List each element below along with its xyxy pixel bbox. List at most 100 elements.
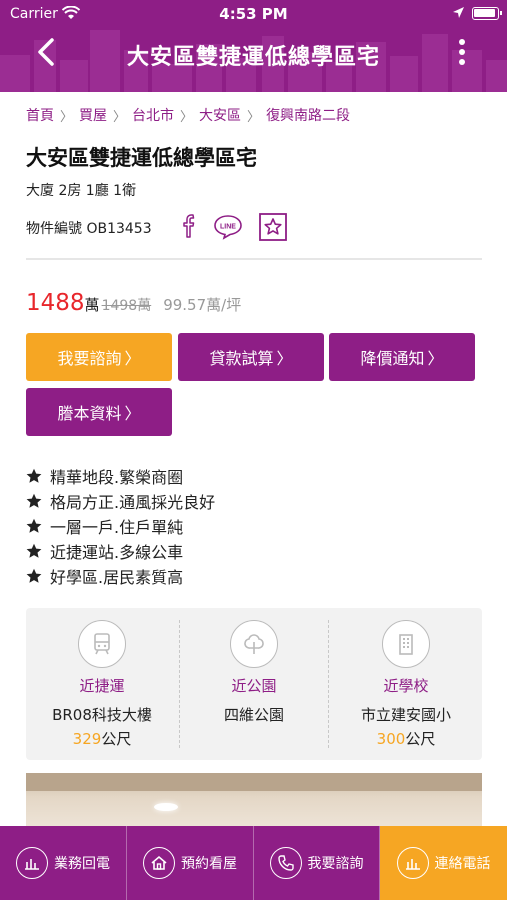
price-original: 1498萬 [101, 298, 152, 314]
school-icon [399, 634, 413, 655]
breadcrumb-item-buy[interactable]: 買屋 [79, 105, 107, 125]
star-icon [26, 568, 42, 583]
nearby-distance: 300公尺 [330, 728, 482, 749]
price-unit: 萬 [84, 296, 100, 314]
house-icon [143, 847, 175, 879]
inquire-bottom-button[interactable]: 我要諮詢 [254, 826, 380, 900]
list-item: 近捷運站.多線公車 [26, 538, 215, 563]
price-alert-button-label: 降價通知 [360, 349, 425, 368]
nearby-name: 四維公園 [223, 706, 284, 724]
photo-light [154, 803, 178, 811]
feature-list: 精華地段.繁榮商圈 格局方正.通風採光良好 一層一戶.住戶單純 近捷運站.多線公… [26, 463, 215, 588]
call-button[interactable]: 連絡電話 [380, 826, 507, 900]
feature-text: 一層一戶.住戶單純 [50, 517, 184, 537]
call-label: 連絡電話 [434, 856, 491, 872]
star-favorite-icon[interactable] [259, 213, 287, 241]
inquire-button-label: 我要諮詢 [57, 349, 122, 368]
listing-id-label: 物件編號 [26, 221, 82, 237]
breadcrumb: 首頁 〉 買屋 〉 台北市 〉 大安區 〉 復興南路二段 [26, 105, 350, 125]
chevron-right-icon: 〉 [124, 349, 141, 368]
price-current: 1488 [26, 290, 85, 316]
callback-label: 業務回電 [54, 856, 110, 872]
book-viewing-label: 預約看屋 [181, 856, 237, 872]
transcript-button-label: 謄本資料 [57, 404, 122, 423]
loan-calculator-button[interactable]: 貸款試算〉 [178, 333, 324, 381]
distance-value: 329 [72, 730, 102, 748]
chevron-right-icon: 〉 [60, 109, 74, 125]
feature-text: 精華地段.繁榮商圈 [50, 467, 184, 487]
phone-icon [269, 847, 302, 879]
status-time: 4:53 PM [219, 5, 288, 23]
feature-text: 好學區.居民素質高 [50, 567, 184, 587]
nearby-mrt: 近捷運 BR08科技大樓 329公尺 [26, 608, 178, 760]
breadcrumb-item-district[interactable]: 大安區 [199, 105, 241, 125]
callback-icon [16, 847, 48, 879]
chevron-right-icon: 〉 [180, 109, 194, 125]
more-vertical-icon[interactable] [452, 36, 472, 70]
price-per-ping: 99.57萬/坪 [163, 296, 242, 314]
breadcrumb-item-home[interactable]: 首頁 [26, 105, 54, 125]
svg-text:LINE: LINE [220, 224, 236, 231]
transcript-button[interactable]: 謄本資料〉 [26, 388, 172, 436]
bottom-action-bar: 業務回電 預約看屋 我要諮詢 連絡電話 [0, 826, 507, 900]
photo-ceiling [26, 773, 482, 791]
nav-bar: 大安區雙捷運低總學區宅 [0, 28, 507, 80]
location-arrow-icon [453, 7, 464, 18]
price-alert-button[interactable]: 降價通知〉 [329, 333, 475, 381]
star-icon [26, 468, 42, 483]
status-bar: Carrier 4:53 PM [0, 0, 507, 28]
nearby-label: 近公園 [231, 677, 277, 695]
list-item: 好學區.居民素質高 [26, 563, 215, 588]
chevron-right-icon: 〉 [427, 349, 444, 368]
nearby-label: 近學校 [383, 677, 429, 695]
inquire-button[interactable]: 我要諮詢〉 [26, 333, 172, 381]
battery-icon [472, 7, 502, 20]
star-icon [26, 518, 42, 533]
list-item: 精華地段.繁榮商圈 [26, 463, 215, 488]
star-icon [26, 493, 42, 508]
train-icon [94, 633, 110, 655]
top-bar: Carrier 4:53 PM 大安區雙捷運低總學區宅 [0, 0, 507, 92]
chevron-right-icon: 〉 [276, 349, 293, 368]
property-photo[interactable] [26, 773, 482, 833]
book-viewing-button[interactable]: 預約看屋 [127, 826, 254, 900]
breadcrumb-item-road[interactable]: 復興南路二段 [266, 105, 350, 125]
distance-value: 300 [376, 730, 406, 748]
facebook-icon[interactable] [180, 212, 200, 240]
circle-badge [382, 620, 430, 668]
inquire-bottom-label: 我要諮詢 [307, 856, 364, 872]
circle-badge [230, 620, 278, 668]
nearby-distance: 329公尺 [26, 728, 178, 749]
divider [328, 620, 329, 748]
callback-button[interactable]: 業務回電 [0, 826, 127, 900]
feature-text: 格局方正.通風採光良好 [50, 492, 216, 512]
tree-icon [244, 634, 264, 654]
chevron-right-icon: 〉 [247, 109, 261, 125]
distance-unit: 公尺 [101, 730, 132, 748]
listing-id-value: OB13453 [86, 221, 152, 237]
nearby-label: 近捷運 [79, 677, 125, 695]
price-row: 1488 萬 1498萬 99.57萬/坪 [26, 290, 241, 316]
divider [26, 258, 482, 260]
nearby-name: BR08科技大樓 [52, 706, 152, 724]
list-item: 格局方正.通風採光良好 [26, 488, 215, 513]
circle-badge [78, 620, 126, 668]
nearby-panel: 近捷運 BR08科技大樓 329公尺 近公園 四維公園 近學校 市立建安國小 3… [26, 608, 482, 760]
feature-text: 近捷運站.多線公車 [50, 542, 184, 562]
breadcrumb-item-city[interactable]: 台北市 [132, 105, 174, 125]
distance-unit: 公尺 [405, 730, 436, 748]
nearby-park: 近公園 四維公園 [178, 608, 330, 760]
chevron-right-icon: 〉 [124, 404, 141, 423]
nearby-school: 近學校 市立建安國小 300公尺 [330, 608, 482, 760]
line-icon[interactable]: LINE [213, 214, 243, 240]
listing-id: 物件編號 OB13453 [26, 218, 152, 238]
nearby-name: 市立建安國小 [360, 706, 451, 724]
call-icon [396, 847, 429, 879]
chevron-right-icon: 〉 [113, 109, 127, 125]
loan-button-label: 貸款試算 [209, 349, 274, 368]
star-icon [26, 543, 42, 558]
listing-type: 大廈 2房 1廳 1衛 [26, 183, 137, 199]
listing-title: 大安區雙捷運低總學區宅 [26, 146, 257, 170]
page-title: 大安區雙捷運低總學區宅 [126, 45, 380, 70]
list-item: 一層一戶.住戶單純 [26, 513, 215, 538]
